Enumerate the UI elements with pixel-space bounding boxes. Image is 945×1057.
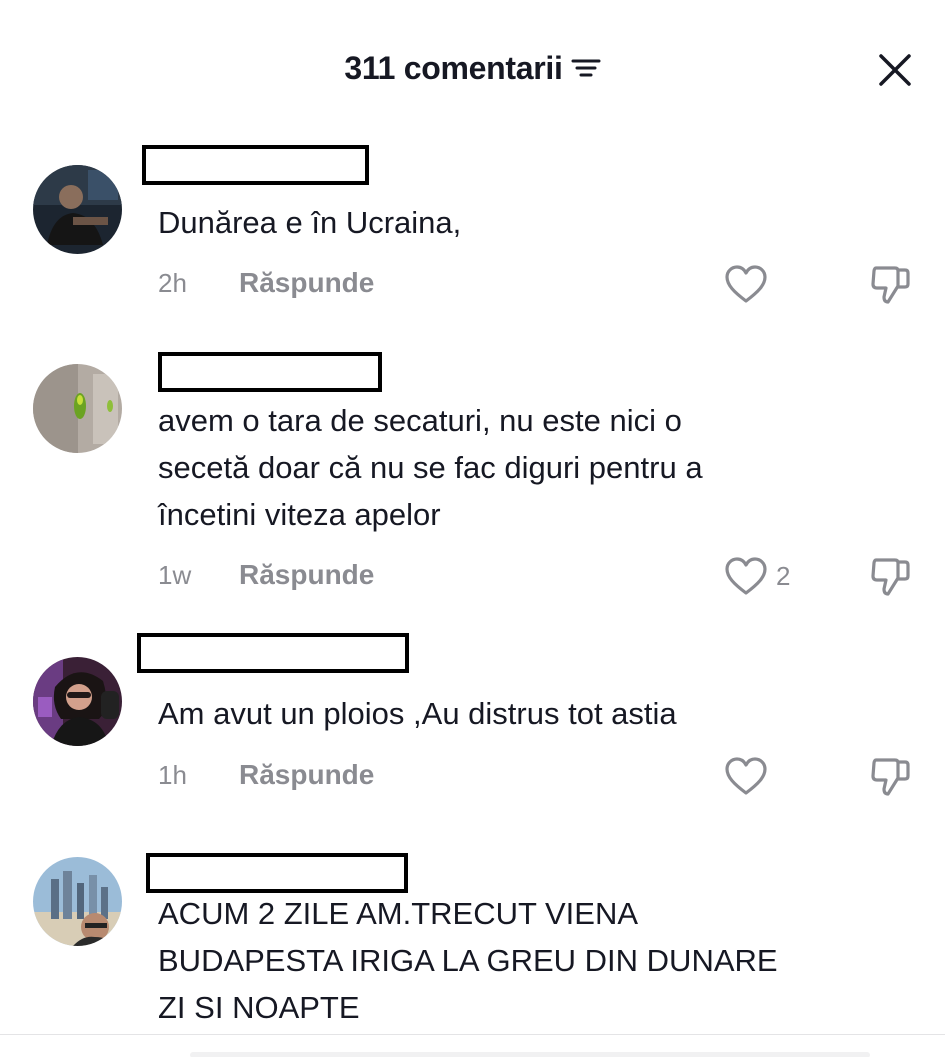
like-button[interactable] [724, 753, 768, 799]
comment-time: 2h [158, 267, 187, 298]
comment-input-edge[interactable] [190, 1052, 870, 1057]
thumbs-down-icon [871, 758, 910, 796]
thumbs-down-icon [871, 558, 910, 596]
comment-meta: 1w Răspunde [158, 555, 374, 595]
comment-text: Am avut un ploios ,Au distrus tot astia [158, 696, 677, 731]
redacted-username [137, 633, 409, 673]
dislike-button[interactable] [866, 261, 914, 307]
redacted-username [146, 853, 408, 893]
dislike-button[interactable] [866, 753, 914, 799]
reply-button[interactable]: Răspunde [239, 559, 374, 591]
comment-time: 1w [158, 559, 192, 590]
heart-icon [725, 757, 767, 795]
like-button[interactable]: 2 [724, 553, 790, 599]
dislike-button[interactable] [866, 553, 914, 599]
comments-panel: 311 comentarii Dunărea e în Ucraina, 2h … [0, 0, 945, 1057]
thumbs-down-icon [871, 266, 910, 304]
reply-button[interactable]: Răspunde [239, 267, 374, 299]
comment-text: Dunărea e în Ucraina, [158, 205, 462, 240]
sort-lines-icon [571, 59, 601, 77]
comments-header: 311 comentarii [0, 40, 945, 96]
avatar[interactable] [33, 857, 122, 946]
comment-meta: 1h Răspunde [158, 755, 374, 795]
sort-comments-button[interactable]: 311 comentarii [344, 49, 601, 87]
comment-time: 1h [158, 759, 187, 790]
avatar[interactable] [33, 364, 122, 453]
heart-icon [725, 265, 767, 303]
comment-text: ACUM 2 ZILE AM.TRECUT VIENA BUDAPESTA IR… [158, 896, 778, 1025]
comments-count-title: 311 comentarii [344, 49, 563, 86]
avatar[interactable] [33, 657, 122, 746]
like-button[interactable] [724, 261, 768, 307]
like-count: 2 [776, 560, 791, 591]
avatar[interactable] [33, 165, 122, 254]
reply-button[interactable]: Răspunde [239, 759, 374, 791]
divider [0, 1034, 945, 1035]
comment-meta: 2h Răspunde [158, 263, 374, 303]
heart-icon [725, 557, 767, 595]
comment-text: avem o tara de secaturi, nu este nici o … [158, 403, 703, 532]
redacted-username [142, 145, 369, 185]
close-icon [879, 54, 911, 86]
redacted-username [158, 352, 382, 392]
close-button[interactable] [875, 50, 915, 90]
